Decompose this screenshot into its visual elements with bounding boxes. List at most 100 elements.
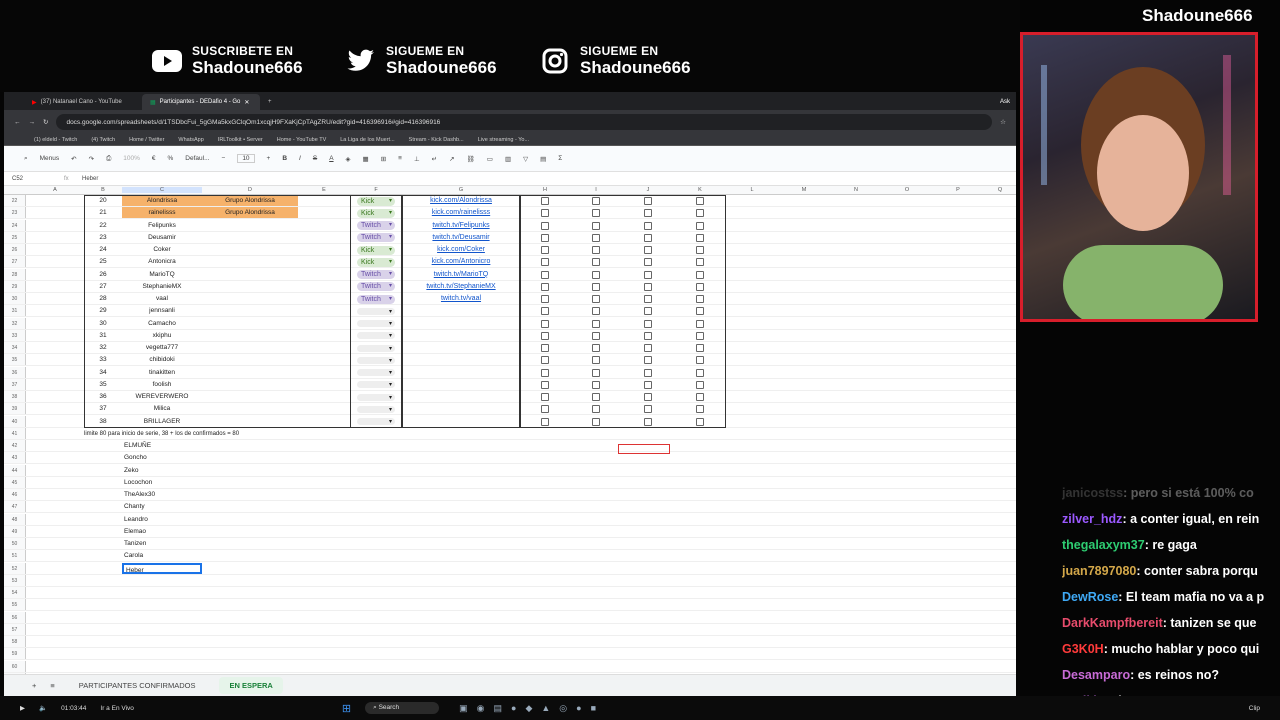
formula-input[interactable]: Heber [82, 176, 98, 182]
row-number[interactable]: 34 [4, 342, 26, 354]
wrap-icon[interactable]: ↵ [432, 155, 437, 163]
name-box[interactable]: C52 [4, 176, 64, 182]
column-header[interactable]: C [122, 187, 202, 193]
row-number[interactable]: 42 [4, 440, 26, 452]
waitlist-name[interactable]: Leandro [122, 514, 202, 525]
bookmark-item[interactable]: Home - YouTube TV [277, 137, 327, 143]
add-sheet-icon[interactable]: + [32, 681, 36, 690]
forward-icon[interactable]: → [29, 119, 36, 126]
column-header[interactable]: K [674, 187, 726, 193]
row-number[interactable]: 27 [4, 256, 26, 268]
note-text[interactable]: limite 80 para inicio de serie, 38 + los… [84, 428, 239, 439]
views-icon[interactable]: ▤ [540, 155, 546, 163]
row-number[interactable]: 29 [4, 280, 26, 292]
row-number[interactable]: 43 [4, 452, 26, 464]
row-number[interactable]: 53 [4, 574, 26, 586]
sheet-tab-en-espera[interactable]: EN ESPERA [219, 677, 283, 694]
browser-tab-sheets[interactable]: ▦ Participantes - DEDafio 4 - Go ✕ [142, 94, 260, 110]
rotate-icon[interactable]: ↗ [449, 155, 454, 163]
column-header[interactable]: G [402, 187, 520, 193]
column-header[interactable]: E [298, 187, 350, 193]
borders-icon[interactable]: ▦ [363, 155, 369, 163]
row-number[interactable]: 50 [4, 538, 26, 550]
sheet-tab-confirmados[interactable]: PARTICIPANTES CONFIRMADOS [69, 677, 206, 694]
bookmark-item[interactable]: (4) Twitch [91, 137, 115, 143]
new-tab-button[interactable]: + [260, 94, 280, 110]
font-decrease-icon[interactable]: − [222, 155, 226, 162]
taskbar-apps[interactable]: ▣◉▤●◆▲◎●■ [459, 703, 605, 714]
bookmark-item[interactable]: WhatsApp [178, 137, 203, 143]
row-number[interactable]: 31 [4, 305, 26, 317]
column-header[interactable]: D [202, 187, 298, 193]
reload-icon[interactable]: ↻ [43, 118, 48, 126]
row-number[interactable]: 25 [4, 231, 26, 243]
bookmark-item[interactable]: Live streaming - Yo... [478, 137, 529, 143]
waitlist-name[interactable]: Goncho [122, 452, 202, 463]
link-icon[interactable]: ⛓ [467, 155, 475, 163]
percent-icon[interactable]: % [168, 155, 174, 162]
row-number[interactable]: 38 [4, 391, 26, 403]
play-icon[interactable]: ▶ [20, 704, 25, 712]
bold-icon[interactable]: B [282, 155, 287, 162]
menus-button[interactable]: Menus [40, 155, 60, 162]
align-icon[interactable]: ≡ [398, 155, 402, 162]
italic-icon[interactable]: I [299, 155, 301, 162]
bookmark-item[interactable]: IRLToolkit • Server [218, 137, 263, 143]
all-sheets-icon[interactable]: ≡ [50, 681, 54, 690]
ask-button[interactable]: Ask [1000, 94, 1010, 110]
merge-icon[interactable]: ⊞ [381, 155, 386, 163]
valign-icon[interactable]: ⊥ [414, 155, 420, 163]
chat-username[interactable]: Desamparo [1062, 668, 1130, 682]
row-number[interactable]: 49 [4, 525, 26, 537]
row-number[interactable]: 23 [4, 207, 26, 219]
column-header[interactable]: B [84, 187, 122, 193]
chat-username[interactable]: zilver_hdz [1062, 512, 1122, 526]
zoom-select[interactable]: 100% [123, 155, 140, 162]
column-header[interactable]: Q [984, 187, 1016, 193]
row-number[interactable]: 59 [4, 648, 26, 660]
font-select[interactable]: Defaul... [185, 155, 209, 162]
row-number[interactable]: 26 [4, 244, 26, 256]
column-header[interactable]: L [726, 187, 778, 193]
chat-username[interactable]: juan7897080 [1062, 564, 1136, 578]
bookmark-item[interactable]: Stream - Kick Dashb... [409, 137, 464, 143]
bookmark-item[interactable]: La Liga de los Muert... [340, 137, 394, 143]
row-number[interactable]: 46 [4, 489, 26, 501]
row-number[interactable]: 56 [4, 611, 26, 623]
chart-icon[interactable]: ▥ [505, 155, 511, 163]
taskbar-search[interactable]: ⌕ Search [365, 702, 440, 714]
volume-icon[interactable]: 🔈 [39, 704, 47, 712]
waitlist-name[interactable]: TheAlex30 [122, 489, 202, 500]
clip-button[interactable]: Clip [1249, 705, 1260, 712]
chat-username[interactable]: thegalaxym37 [1062, 538, 1145, 552]
bookmark-item[interactable]: Home / Twitter [129, 137, 164, 143]
functions-icon[interactable]: Σ [558, 155, 562, 162]
column-header[interactable]: M [778, 187, 830, 193]
column-header[interactable]: J [622, 187, 674, 193]
row-number[interactable]: 44 [4, 464, 26, 476]
column-header[interactable]: F [350, 187, 402, 193]
sheet-grid[interactable]: ABCDEFGHIJKLMNOPQ 22 20 Alondrissa Grupo Al… [4, 186, 1016, 676]
row-number[interactable]: 47 [4, 501, 26, 513]
row-number[interactable]: 58 [4, 636, 26, 648]
waitlist-name[interactable]: ELMUÑE [122, 440, 202, 451]
chat-username[interactable]: DarkKampfbereit [1062, 616, 1163, 630]
font-increase-icon[interactable]: + [267, 155, 271, 162]
close-tab-icon[interactable]: ✕ [244, 99, 249, 106]
row-number[interactable]: 52 [4, 562, 26, 574]
column-header[interactable]: O [882, 187, 932, 193]
waitlist-name[interactable]: Tanizen [122, 538, 202, 549]
row-number[interactable]: 51 [4, 550, 26, 562]
browser-tab-youtube[interactable]: ▶ (37) Natanael Cano - YouTube [24, 94, 142, 110]
waitlist-name[interactable]: Elemao [122, 526, 202, 537]
comment-icon[interactable]: ▭ [487, 155, 493, 163]
waitlist-name[interactable]: Chanty [122, 501, 202, 512]
row-number[interactable]: 45 [4, 476, 26, 488]
column-header[interactable]: P [932, 187, 984, 193]
row-number[interactable]: 24 [4, 219, 26, 231]
row-number[interactable]: 48 [4, 513, 26, 525]
column-header[interactable]: I [570, 187, 622, 193]
go-live-button[interactable]: Ir a En Vivo [100, 705, 133, 712]
waitlist-name[interactable]: Carola [122, 550, 202, 561]
column-header[interactable]: N [830, 187, 882, 193]
